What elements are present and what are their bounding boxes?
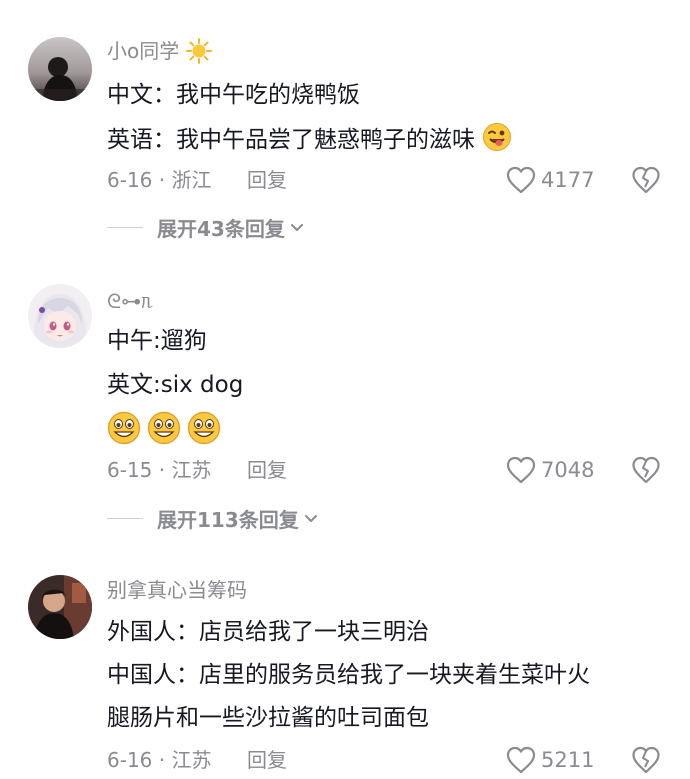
grin-emoji bbox=[187, 411, 221, 445]
comment-line: 中国人：店里的服务员给我了一块夹着生菜叶火 bbox=[107, 662, 590, 688]
comment-line: 英文:six dog bbox=[107, 372, 244, 398]
dislike-button[interactable] bbox=[631, 165, 661, 195]
comment-line: 外国人：店员给我了一块三明治 bbox=[107, 619, 429, 645]
like-count: 7048 bbox=[541, 458, 595, 482]
reply-button[interactable]: 回复 bbox=[247, 457, 287, 483]
grin-emoji bbox=[147, 411, 181, 445]
wink-tongue-emoji bbox=[483, 123, 512, 151]
user-avatar[interactable] bbox=[28, 284, 92, 348]
username[interactable]: ᘓ⊶ᥰ bbox=[107, 289, 153, 313]
date-location: 6-15 · 江苏 bbox=[107, 458, 212, 482]
comment-line: 腿肠片和一些沙拉酱的吐司面包 bbox=[107, 705, 429, 731]
like-count: 4177 bbox=[541, 168, 595, 192]
chevron-down-icon bbox=[290, 224, 303, 231]
heart-outline-icon bbox=[506, 166, 536, 194]
date-location: 6-16 · 浙江 bbox=[107, 168, 212, 192]
expand-replies-button[interactable]: 展开113条回复 bbox=[107, 505, 319, 532]
username[interactable]: 别拿真心当筹码 bbox=[107, 578, 247, 602]
divider bbox=[107, 517, 143, 519]
reply-button[interactable]: 回复 bbox=[247, 747, 287, 773]
sun-emoji bbox=[185, 38, 212, 64]
like-button[interactable]: 4177 bbox=[505, 165, 594, 195]
broken-heart-icon bbox=[632, 166, 660, 194]
grin-emoji bbox=[107, 411, 141, 445]
comment-line: 英语：我中午品尝了魅惑鸭子的滋味 bbox=[107, 122, 512, 155]
emoji-row bbox=[107, 411, 221, 445]
username[interactable]: 小o同学 bbox=[107, 38, 212, 64]
heart-outline-icon bbox=[506, 746, 536, 774]
user-avatar[interactable] bbox=[28, 37, 92, 101]
expand-replies-label: 展开43条回复 bbox=[157, 216, 285, 241]
expand-replies-label: 展开113条回复 bbox=[157, 507, 299, 532]
comment-line: 中午:遛狗 bbox=[107, 328, 207, 354]
reply-button[interactable]: 回复 bbox=[247, 167, 287, 193]
like-button[interactable]: 7048 bbox=[505, 455, 594, 485]
heart-outline-icon bbox=[506, 456, 536, 484]
divider bbox=[107, 226, 143, 228]
dislike-button[interactable] bbox=[631, 745, 661, 775]
user-avatar[interactable] bbox=[28, 575, 92, 639]
comment-line: 中文：我中午吃的烧鸭饭 bbox=[107, 82, 360, 108]
chevron-down-icon bbox=[304, 515, 317, 522]
broken-heart-icon bbox=[632, 456, 660, 484]
date-location: 6-16 · 江苏 bbox=[107, 748, 212, 772]
dislike-button[interactable] bbox=[631, 455, 661, 485]
like-button[interactable]: 5211 bbox=[505, 745, 594, 775]
broken-heart-icon bbox=[632, 746, 660, 774]
expand-replies-button[interactable]: 展开43条回复 bbox=[107, 214, 305, 241]
like-count: 5211 bbox=[541, 748, 595, 772]
